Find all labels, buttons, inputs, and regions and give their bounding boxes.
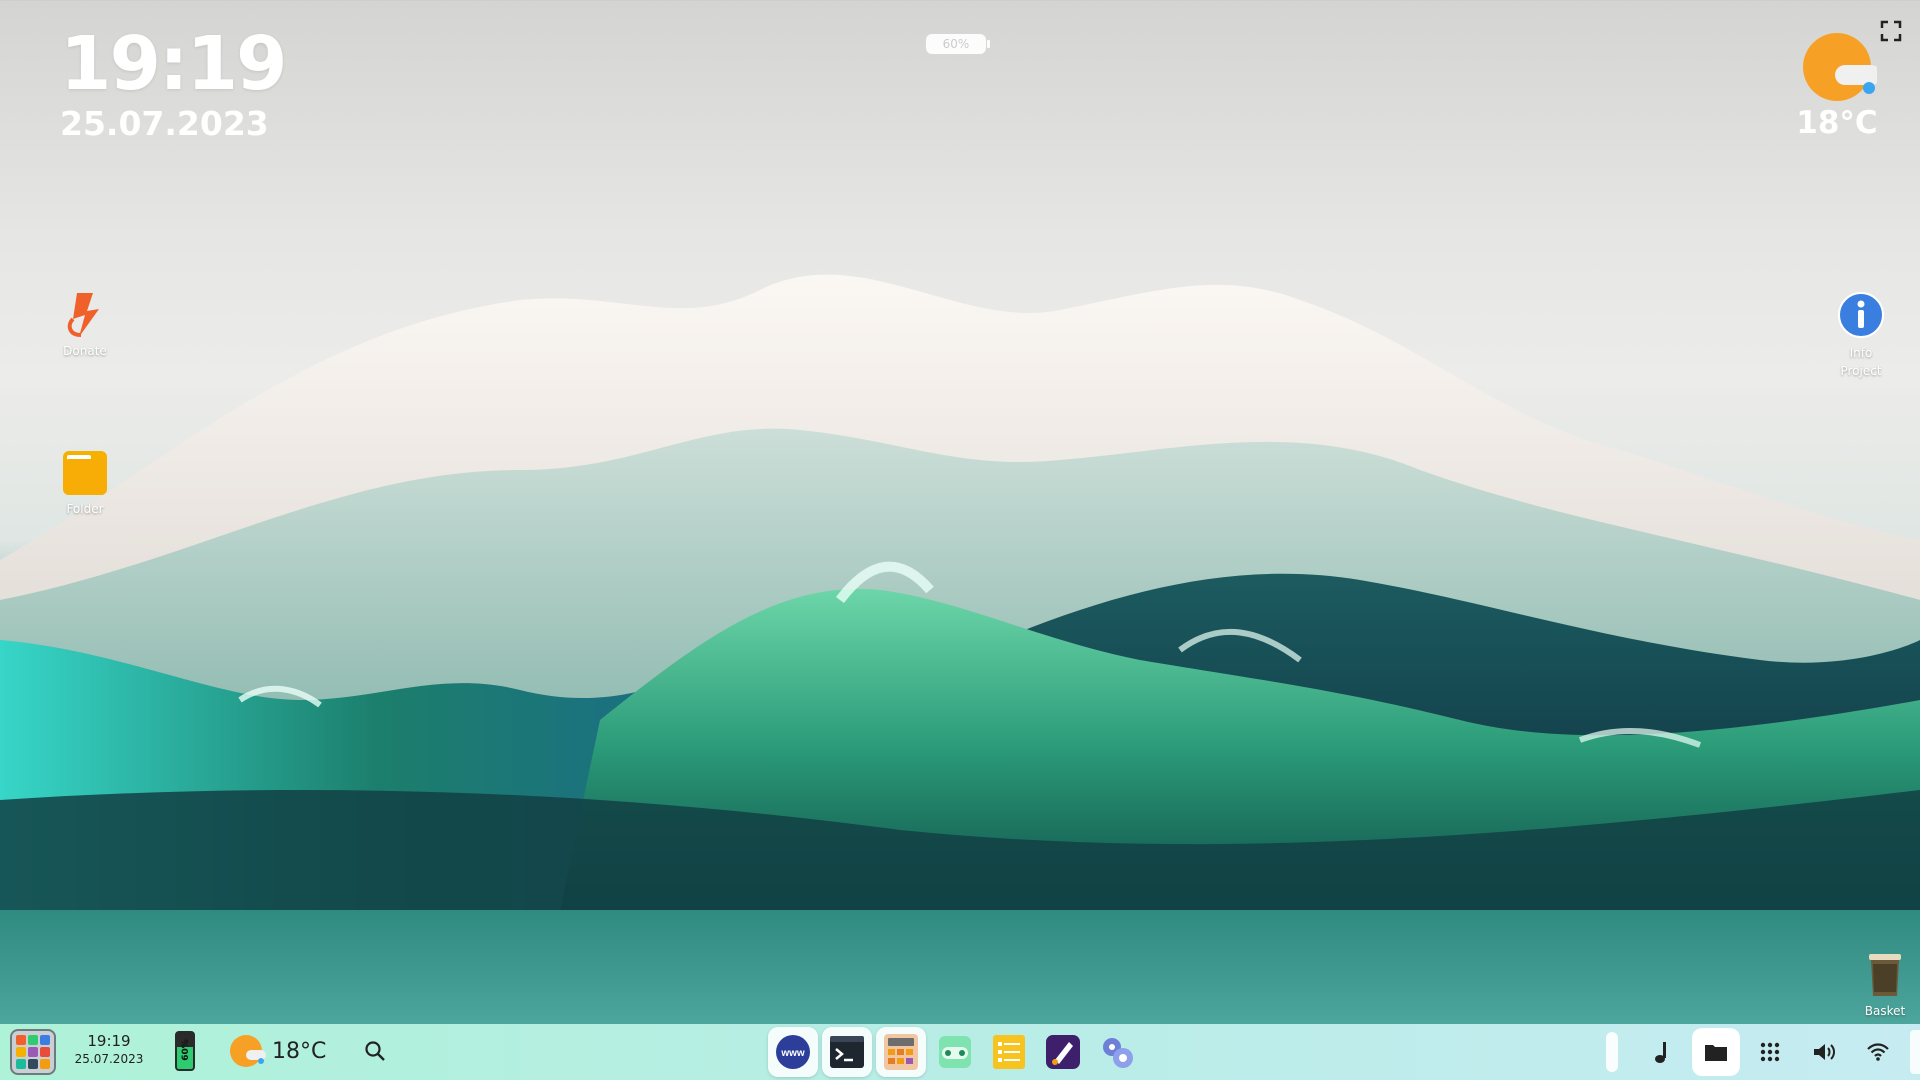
wallpaper	[0, 274, 1920, 1080]
taskbar-time: 19:19	[87, 1032, 131, 1050]
calculator-icon	[884, 1034, 918, 1070]
tray-files[interactable]	[1692, 1028, 1740, 1076]
battery-percent: 60%	[942, 37, 970, 51]
desktop-icon-basket[interactable]: Basket	[1840, 948, 1920, 1018]
taskbar-battery-label: 60%	[181, 1039, 191, 1061]
taskbar-weather-temp: 18°C	[272, 1038, 327, 1064]
tray-apps[interactable]	[1746, 1028, 1794, 1076]
sun-cloud-icon	[1803, 33, 1881, 101]
desktop-icon-info-project[interactable]: Info Project	[1816, 288, 1906, 380]
dock-app-games[interactable]	[930, 1027, 980, 1077]
music-note-icon	[1655, 1042, 1666, 1063]
browser-www-icon: www	[776, 1035, 810, 1069]
wifi-icon	[1867, 1043, 1889, 1061]
apps-grid-icon	[1760, 1042, 1780, 1062]
taskbar: 19:19 25.07.2023 60% 18°C www	[0, 1024, 1920, 1080]
start-apps-icon	[16, 1035, 50, 1069]
info-icon	[1838, 292, 1884, 338]
desktop-icon-label: Donate	[63, 344, 107, 358]
search-icon[interactable]	[364, 1040, 386, 1062]
start-menu-button[interactable]	[10, 1029, 56, 1075]
desktop-icon-label: Basket	[1864, 1004, 1906, 1018]
dock-app-browser[interactable]: www	[768, 1027, 818, 1077]
folder-icon	[1705, 1045, 1727, 1061]
desktop-icon-label: Info Project	[1840, 346, 1882, 378]
sun-cloud-icon	[230, 1035, 266, 1067]
app-dock: www	[768, 1027, 1142, 1077]
terminal-icon	[830, 1036, 864, 1068]
clock-time: 19:19	[60, 21, 288, 107]
gamepad-icon	[939, 1036, 971, 1068]
desktop-icon-donate[interactable]: Donate	[40, 288, 130, 358]
notes-list-icon	[993, 1035, 1025, 1069]
weather-temperature: 18°C	[1796, 105, 1878, 141]
folder-icon	[63, 451, 107, 495]
desktop-icon-label: Folder	[66, 502, 104, 516]
taskbar-date: 25.07.2023	[74, 1052, 144, 1066]
taskbar-weather[interactable]: 18°C	[228, 1033, 326, 1069]
show-desktop-edge[interactable]	[1910, 1030, 1920, 1074]
dock-app-terminal[interactable]	[822, 1027, 872, 1077]
dock-app-notes[interactable]	[984, 1027, 1034, 1077]
taskbar-battery[interactable]: 60%	[175, 1031, 195, 1071]
dock-app-settings[interactable]	[1092, 1027, 1142, 1077]
clock-date: 25.07.2023	[60, 104, 269, 143]
desktop-icon-folder[interactable]: Folder	[40, 446, 130, 516]
volume-icon	[1814, 1044, 1835, 1060]
trash-basket-icon	[1869, 954, 1901, 996]
dock-app-label: www	[780, 1048, 805, 1059]
desktop-clock-widget: 19:19 25.07.2023	[60, 21, 288, 143]
tray-separator	[1606, 1032, 1618, 1072]
taskbar-clock[interactable]: 19:19 25.07.2023	[66, 1032, 152, 1068]
dock-app-paint[interactable]	[1038, 1027, 1088, 1077]
dock-app-calculator[interactable]	[876, 1027, 926, 1077]
donate-bolt-icon	[67, 293, 99, 337]
paint-icon	[1046, 1035, 1080, 1069]
tray-music[interactable]	[1638, 1028, 1686, 1076]
system-tray	[1606, 1028, 1908, 1076]
battery-indicator: 60%	[926, 34, 990, 54]
tray-wifi[interactable]	[1854, 1028, 1902, 1076]
tray-volume[interactable]	[1800, 1028, 1848, 1076]
weather-widget[interactable]: 18°C	[1782, 32, 1892, 140]
settings-gears-icon	[1103, 1038, 1133, 1068]
